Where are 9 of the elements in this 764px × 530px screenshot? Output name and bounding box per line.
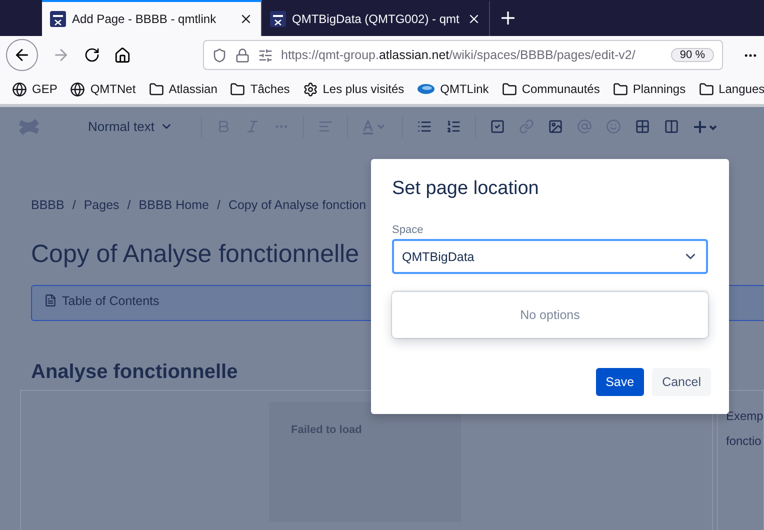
breadcrumb-separator: / [216, 198, 220, 212]
breadcrumb-separator: / [127, 198, 131, 212]
dialog-title: Set page location [392, 178, 540, 200]
section-heading: Analyse fonctionnelle [31, 361, 238, 384]
cell-text: fonctio [726, 433, 762, 450]
breadcrumb-separator: / [72, 198, 76, 212]
field-label: Space [392, 224, 424, 236]
cell-text: Exemp [726, 408, 764, 425]
empty-message: No options [520, 308, 580, 322]
